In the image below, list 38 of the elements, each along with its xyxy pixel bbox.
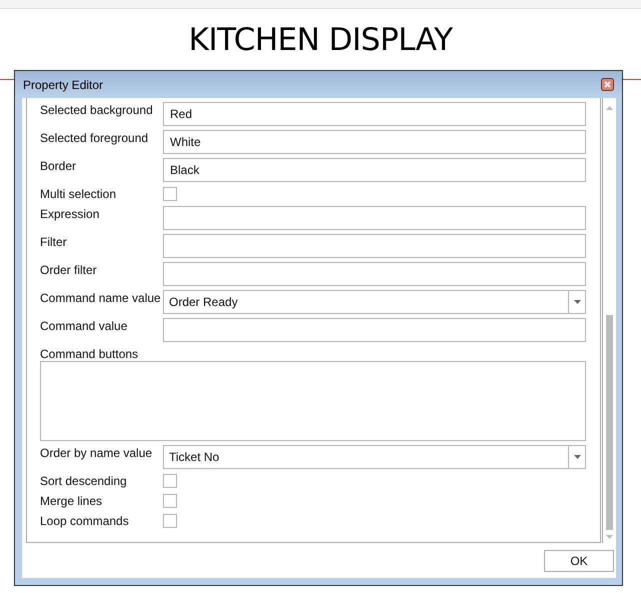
checkbox[interactable] <box>163 514 177 528</box>
input-field[interactable]: Red <box>163 102 586 126</box>
dropdown[interactable]: Ticket No <box>163 445 586 469</box>
field-label: Order filter <box>40 262 98 279</box>
field-label: Order by name value <box>40 445 154 462</box>
input-field[interactable]: White <box>163 130 586 154</box>
input-field[interactable] <box>163 318 586 342</box>
field-label: Border <box>40 158 78 175</box>
checkbox[interactable] <box>163 474 177 488</box>
scroll-thumb[interactable] <box>606 315 613 530</box>
field-label: Loop commands <box>40 513 130 529</box>
input-field[interactable] <box>163 234 586 258</box>
ok-button[interactable]: OK <box>544 550 614 572</box>
close-icon[interactable] <box>601 78 614 91</box>
field-label: Expression <box>40 206 100 223</box>
input-field[interactable] <box>163 262 586 286</box>
field-label: Command name value <box>40 290 162 307</box>
caret-icon <box>574 455 580 459</box>
field-label: Sort descending <box>40 473 128 489</box>
checkbox[interactable] <box>163 187 177 201</box>
scrollbar[interactable] <box>602 98 616 543</box>
field-label: Command buttons <box>40 346 140 361</box>
window-title: Property Editor <box>23 78 104 92</box>
dropdown[interactable]: Order Ready <box>163 290 586 314</box>
input-field[interactable] <box>163 206 586 230</box>
field-label: Multi selection <box>40 186 118 202</box>
field-label: Filter <box>40 234 68 251</box>
page-title: KITCHEN DISPLAY <box>188 22 452 58</box>
scroll-up-icon[interactable] <box>606 106 613 110</box>
checkbox[interactable] <box>163 494 177 508</box>
field-label: Merge lines <box>40 493 104 509</box>
caret-icon <box>574 300 580 304</box>
field-label: Selected foreground <box>40 130 150 147</box>
text-area[interactable] <box>40 361 586 441</box>
field-label: Selected background <box>40 102 154 119</box>
input-field[interactable]: Black <box>163 158 586 182</box>
field-label: Command value <box>40 318 128 335</box>
scroll-down-icon[interactable] <box>606 535 613 539</box>
